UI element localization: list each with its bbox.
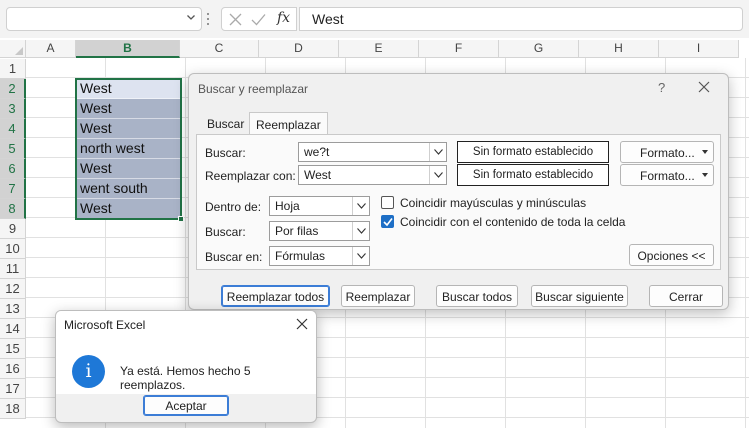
caret-down-icon: [702, 150, 708, 154]
column-header-e[interactable]: E: [339, 40, 419, 58]
look-in-select[interactable]: Fórmulas: [269, 246, 370, 266]
name-box[interactable]: [6, 7, 202, 31]
tab-replace[interactable]: Reemplazar: [249, 112, 328, 134]
search-select[interactable]: Por filas: [269, 221, 370, 241]
check-icon[interactable]: [251, 13, 266, 26]
fill-handle[interactable]: [178, 216, 184, 222]
match-case-checkbox[interactable]: [381, 196, 394, 209]
message-box: Microsoft Excel i Ya está. Hemos hecho 5…: [55, 310, 317, 423]
match-entire-checkbox[interactable]: [381, 215, 394, 228]
find-replace-dialog: Buscar y reemplazar ? Buscar Reemplazar …: [188, 73, 729, 310]
match-entire-label[interactable]: Coincidir con el contenido de toda la ce…: [400, 215, 625, 229]
row-header-14[interactable]: 14: [0, 319, 26, 339]
options-button[interactable]: Opciones <<: [629, 244, 714, 266]
message-title: Microsoft Excel: [56, 311, 316, 338]
row-header-16[interactable]: 16: [0, 359, 26, 379]
row-header-17[interactable]: 17: [0, 379, 26, 399]
column-header-b[interactable]: B: [76, 40, 180, 58]
info-icon: i: [72, 355, 105, 388]
row-header-13[interactable]: 13: [0, 299, 26, 319]
row-header-5[interactable]: 5: [0, 139, 26, 159]
column-header-d[interactable]: D: [259, 40, 339, 58]
row-header-6[interactable]: 6: [0, 159, 26, 179]
row-header-12[interactable]: 12: [0, 279, 26, 299]
column-header-f[interactable]: F: [419, 40, 499, 58]
replace-format-button[interactable]: Formato...: [620, 164, 714, 186]
chevron-down-icon[interactable]: [187, 13, 195, 21]
row-header-2[interactable]: 2: [0, 79, 26, 99]
selection-range: [75, 78, 184, 222]
help-icon[interactable]: ?: [658, 80, 665, 95]
find-format-preview: Sin formato establecido: [457, 141, 609, 163]
close-icon[interactable]: [698, 81, 710, 93]
formula-buttons: fx: [221, 7, 297, 31]
column-header-a[interactable]: A: [26, 40, 76, 58]
find-input[interactable]: we?t: [298, 142, 447, 162]
formula-bar: fx West: [0, 0, 749, 38]
message-body: i Ya está. Hemos hecho 5 reemplazos.: [56, 338, 316, 394]
message-text: Ya está. Hemos hecho 5 reemplazos.: [120, 364, 251, 392]
column-header-h[interactable]: H: [579, 40, 659, 58]
row-header-15[interactable]: 15: [0, 339, 26, 359]
search-label: Buscar:: [205, 225, 246, 239]
caret-down-icon: [702, 173, 708, 177]
match-case-label[interactable]: Coincidir mayúsculas y minúsculas: [400, 196, 586, 210]
within-select[interactable]: Hoja: [269, 196, 370, 216]
column-header-i[interactable]: I: [659, 40, 739, 58]
chevron-down-icon[interactable]: [352, 222, 369, 240]
look-in-label: Buscar en:: [205, 250, 263, 264]
find-format-button[interactable]: Formato...: [620, 141, 714, 163]
select-all-corner[interactable]: [0, 40, 26, 58]
replace-label: Reemplazar con:: [205, 169, 296, 183]
row-header-8[interactable]: 8: [0, 199, 26, 219]
row-header-4[interactable]: 4: [0, 119, 26, 139]
column-header-g[interactable]: G: [499, 40, 579, 58]
chevron-down-icon[interactable]: [429, 143, 446, 161]
x-icon[interactable]: [229, 13, 242, 26]
find-next-button[interactable]: Buscar siguiente: [531, 285, 628, 307]
row-header-7[interactable]: 7: [0, 179, 26, 199]
replace-panel: Buscar: we?t Sin formato establecido For…: [196, 134, 721, 270]
dialog-title: Buscar y reemplazar: [198, 82, 309, 96]
column-header-c[interactable]: C: [180, 40, 259, 58]
row-header-1[interactable]: 1: [0, 59, 26, 79]
fx-icon[interactable]: fx: [277, 10, 290, 26]
chevron-down-icon[interactable]: [429, 166, 446, 184]
chevron-down-icon[interactable]: [352, 247, 369, 265]
drag-handle[interactable]: [207, 13, 210, 25]
replace-button[interactable]: Reemplazar: [341, 285, 415, 307]
chevron-down-icon[interactable]: [352, 197, 369, 215]
row-header-9[interactable]: 9: [0, 219, 26, 239]
find-all-button[interactable]: Buscar todos: [436, 285, 518, 307]
replace-format-preview: Sin formato establecido: [457, 164, 609, 186]
replace-all-button[interactable]: Reemplazar todos: [221, 285, 330, 307]
check-icon: [383, 218, 393, 227]
close-icon[interactable]: [296, 318, 308, 330]
row-header-3[interactable]: 3: [0, 99, 26, 119]
row-header-18[interactable]: 18: [0, 399, 26, 419]
within-label: Dentro de:: [205, 200, 262, 214]
formula-input[interactable]: West: [299, 7, 743, 31]
row-header-10[interactable]: 10: [0, 239, 26, 259]
replace-input[interactable]: West: [298, 165, 447, 185]
row-header-11[interactable]: 11: [0, 259, 26, 279]
find-label: Buscar:: [205, 146, 246, 160]
ok-button[interactable]: Aceptar: [143, 395, 229, 416]
tab-find[interactable]: Buscar: [201, 112, 250, 134]
close-button[interactable]: Cerrar: [649, 285, 723, 307]
